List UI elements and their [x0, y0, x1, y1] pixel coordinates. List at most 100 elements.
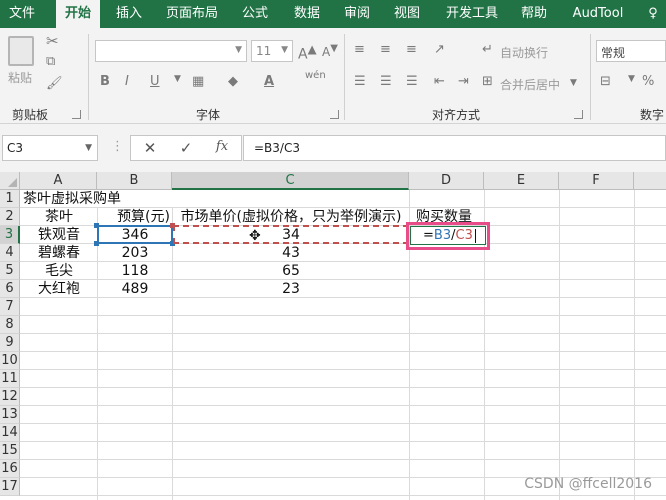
row-header-16[interactable]: 16 [0, 460, 20, 478]
row-header-12[interactable]: 12 [0, 388, 20, 406]
font-name-select[interactable]: ▼ [95, 40, 247, 62]
align-center-icon[interactable]: ☰ [380, 74, 392, 89]
row-header-3[interactable]: 3 [0, 226, 20, 244]
reference-handle[interactable] [94, 223, 99, 228]
column-header-a[interactable]: A [20, 172, 97, 190]
currency-format-icon[interactable]: ⊟ [600, 74, 611, 89]
paste-icon[interactable] [8, 36, 34, 66]
increase-indent-icon[interactable]: ⇥ [458, 74, 469, 89]
worksheet-grid[interactable]: A B C D E F 1 2 3 4 5 6 7 8 9 10 11 12 1… [0, 172, 666, 500]
column-header-e[interactable]: E [484, 172, 559, 190]
merge-center-icon[interactable]: ⊞ [482, 74, 493, 89]
tab-help[interactable]: 帮助 [512, 0, 556, 28]
font-launcher-icon[interactable] [330, 110, 339, 119]
tab-developer[interactable]: 开发工具 [440, 0, 504, 28]
row-header-17[interactable]: 17 [0, 478, 20, 496]
column-header-g[interactable] [634, 172, 666, 190]
cell-b6[interactable]: 489 [98, 280, 172, 298]
row-header-14[interactable]: 14 [0, 424, 20, 442]
bold-button[interactable]: B [100, 74, 110, 89]
column-header-f[interactable]: F [559, 172, 634, 190]
tab-audtool[interactable]: AudTool [566, 0, 630, 28]
chevron-down-icon[interactable]: ▼ [85, 143, 92, 153]
tell-me-icon[interactable]: ♀ [640, 0, 666, 28]
select-all-button[interactable] [0, 172, 20, 190]
alignment-launcher-icon[interactable] [574, 110, 583, 119]
row-header-4[interactable]: 4 [0, 244, 20, 262]
insert-function-icon[interactable]: fx [207, 139, 237, 154]
cell-a1[interactable]: 茶叶虚拟采购单 [21, 190, 221, 207]
cell-c6[interactable]: 23 [173, 280, 409, 298]
row-header-2[interactable]: 2 [0, 208, 20, 226]
tab-data[interactable]: 数据 [286, 0, 328, 28]
tab-formulas[interactable]: 公式 [234, 0, 276, 28]
chevron-down-icon[interactable]: ▼ [628, 74, 635, 84]
paste-button-label[interactable]: 粘贴 [8, 69, 32, 86]
align-top-icon[interactable]: ≡ [354, 42, 365, 57]
align-bottom-icon[interactable]: ≡ [406, 42, 417, 57]
row-header-10[interactable]: 10 [0, 352, 20, 370]
row-header-15[interactable]: 15 [0, 442, 20, 460]
tab-review[interactable]: 审阅 [336, 0, 378, 28]
row-header-5[interactable]: 5 [0, 262, 20, 280]
fill-color-icon[interactable]: ◆ [228, 74, 238, 89]
orientation-icon[interactable]: ↗ [434, 42, 445, 57]
align-middle-icon[interactable]: ≡ [380, 42, 391, 57]
column-header-c[interactable]: C [172, 172, 409, 190]
cell-b2[interactable]: 预算(元) [98, 208, 172, 226]
tab-home[interactable]: 开始 [56, 0, 100, 28]
align-left-icon[interactable]: ☰ [354, 74, 366, 89]
row-header-8[interactable]: 8 [0, 316, 20, 334]
column-header-b[interactable]: B [97, 172, 172, 190]
reference-handle[interactable] [170, 223, 175, 228]
chevron-down-icon[interactable]: ▼ [570, 78, 577, 88]
confirm-entry-icon[interactable]: ✓ [171, 139, 201, 157]
tab-page-layout[interactable]: 页面布局 [158, 0, 226, 28]
format-painter-icon[interactable]: 🖌 [46, 76, 63, 91]
tab-view[interactable]: 视图 [386, 0, 428, 28]
cell-c4[interactable]: 43 [173, 244, 409, 262]
row-header-11[interactable]: 11 [0, 370, 20, 388]
number-format-select[interactable]: 常规 [596, 40, 666, 62]
wrap-text-button[interactable]: 自动换行 [500, 44, 548, 61]
decrease-font-icon[interactable]: A▼ [322, 43, 338, 59]
cell-a4[interactable]: 碧螺春 [21, 244, 97, 262]
underline-button[interactable]: U [150, 74, 160, 89]
cell-a2[interactable]: 茶叶 [21, 208, 97, 226]
row-header-1[interactable]: 1 [0, 190, 20, 208]
clipboard-launcher-icon[interactable] [72, 110, 81, 119]
name-box[interactable]: C3 ▼ [2, 135, 98, 161]
copy-icon[interactable]: ⧉ [46, 54, 55, 69]
font-size-select[interactable]: 11 ▼ [251, 40, 293, 62]
font-color-icon[interactable]: A [264, 74, 274, 89]
percent-icon[interactable]: % [642, 74, 654, 89]
cell-b4[interactable]: 203 [98, 244, 172, 262]
cell-a3[interactable]: 铁观音 [21, 226, 97, 244]
cut-icon[interactable]: ✂ [46, 32, 59, 50]
underline-dropdown-icon[interactable]: ▼ [174, 74, 181, 84]
column-header-d[interactable]: D [409, 172, 484, 190]
row-header-6[interactable]: 6 [0, 280, 20, 298]
reference-handle[interactable] [94, 241, 99, 246]
cell-c5[interactable]: 65 [173, 262, 409, 280]
cell-d3-editor[interactable]: =B3/C3 [410, 226, 486, 245]
align-right-icon[interactable]: ☰ [406, 74, 418, 89]
decrease-indent-icon[interactable]: ⇤ [434, 74, 445, 89]
cell-b5[interactable]: 118 [98, 262, 172, 280]
tab-file[interactable]: 文件 [0, 0, 44, 28]
cell-c2[interactable]: 市场单价(虚拟价格，只为举例演示) [173, 208, 409, 226]
border-icon[interactable]: ▦ [192, 74, 204, 89]
cancel-entry-icon[interactable]: ✕ [135, 139, 165, 157]
increase-font-icon[interactable]: A▲ [298, 42, 317, 63]
row-header-7[interactable]: 7 [0, 298, 20, 316]
merge-center-button[interactable]: 合并后居中 [500, 76, 560, 93]
cell-a6[interactable]: 大红袍 [21, 280, 97, 298]
phonetic-icon[interactable]: wén [305, 70, 326, 81]
row-header-9[interactable]: 9 [0, 334, 20, 352]
tab-insert[interactable]: 插入 [108, 0, 150, 28]
italic-button[interactable]: I [125, 74, 129, 89]
wrap-text-icon[interactable]: ↵ [482, 42, 493, 57]
formula-input[interactable]: =B3/C3 [243, 135, 666, 161]
row-header-13[interactable]: 13 [0, 406, 20, 424]
cell-a5[interactable]: 毛尖 [21, 262, 97, 280]
